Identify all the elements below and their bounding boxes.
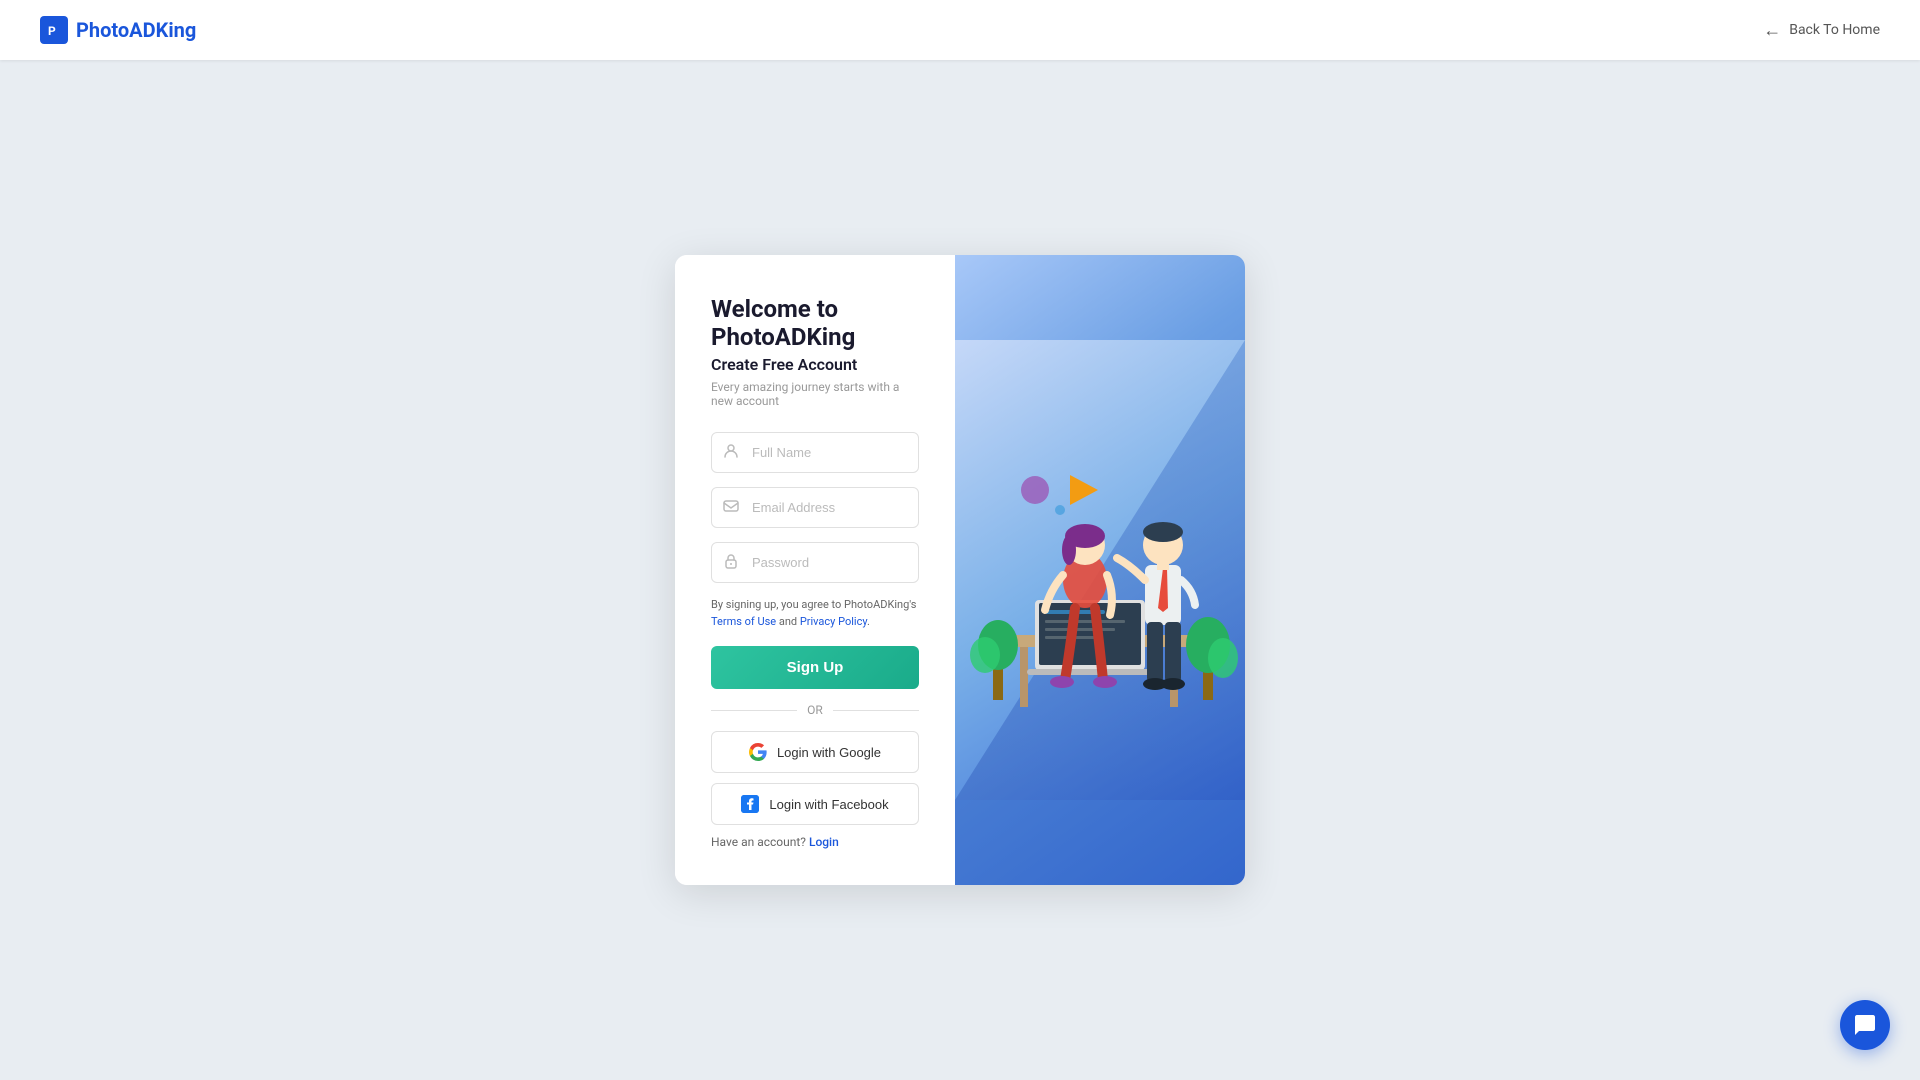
divider-line-left (711, 710, 797, 711)
or-label: OR (807, 703, 823, 717)
back-arrow-icon: ← (1763, 20, 1781, 41)
email-icon (723, 498, 739, 518)
login-link[interactable]: Login (809, 835, 839, 849)
signup-card: Welcome to PhotoADKing Create Free Accou… (675, 255, 1245, 885)
logo-text: PhotoADKing (76, 18, 196, 42)
privacy-link[interactable]: Privacy Policy (800, 615, 867, 628)
google-icon (749, 743, 767, 761)
fullname-group (711, 432, 919, 473)
person-icon (723, 443, 739, 463)
facebook-button-label: Login with Facebook (769, 797, 888, 812)
google-login-button[interactable]: Login with Google (711, 731, 919, 773)
illustration-section (955, 255, 1245, 885)
chat-icon (1853, 1013, 1877, 1037)
signup-button[interactable]: Sign Up (711, 646, 919, 689)
back-home-label: Back To Home (1789, 22, 1880, 38)
terms-link[interactable]: Terms of Use (711, 615, 776, 628)
logo-icon: P (40, 16, 68, 44)
create-account-label: Create Free Account (711, 355, 919, 374)
illustration-svg (955, 255, 1245, 885)
divider-line-right (833, 710, 919, 711)
welcome-title: Welcome to PhotoADKing (711, 295, 919, 351)
subtitle-text: Every amazing journey starts with a new … (711, 380, 919, 408)
facebook-login-button[interactable]: Login with Facebook (711, 783, 919, 825)
form-section: Welcome to PhotoADKing Create Free Accou… (675, 255, 955, 885)
facebook-icon (741, 795, 759, 813)
password-group (711, 542, 919, 583)
lock-icon (723, 553, 739, 573)
logo[interactable]: P PhotoADKing (40, 16, 196, 44)
email-input[interactable] (711, 487, 919, 528)
have-account-text: Have an account? Login (711, 835, 919, 849)
svg-text:P: P (48, 24, 56, 38)
password-input[interactable] (711, 542, 919, 583)
main-content: Welcome to PhotoADKing Create Free Accou… (0, 60, 1920, 1080)
fullname-input[interactable] (711, 432, 919, 473)
chat-button[interactable] (1840, 1000, 1890, 1050)
email-group (711, 487, 919, 528)
terms-text: By signing up, you agree to PhotoADKing'… (711, 597, 919, 630)
google-button-label: Login with Google (777, 745, 881, 760)
back-home-link[interactable]: ← Back To Home (1763, 20, 1880, 41)
or-divider: OR (711, 703, 919, 717)
header: P PhotoADKing ← Back To Home (0, 0, 1920, 60)
